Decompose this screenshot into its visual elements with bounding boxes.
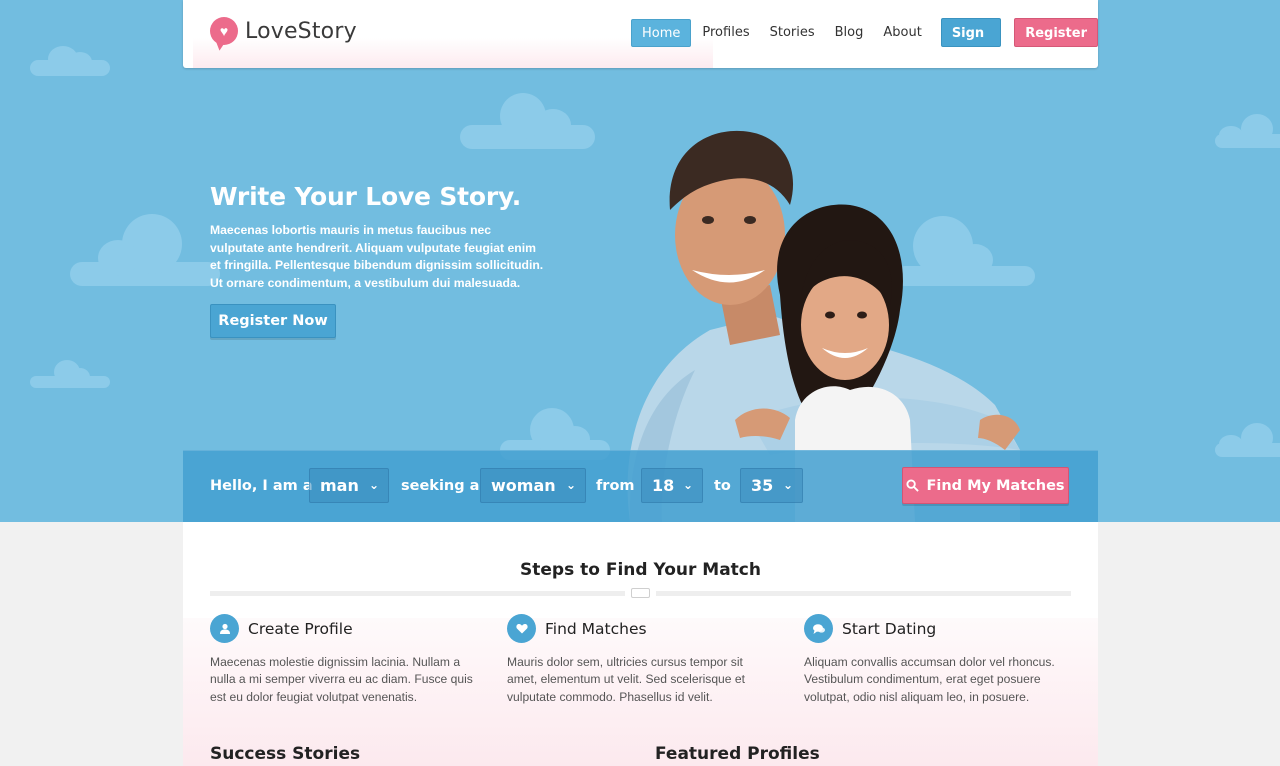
featured-profiles-title: Featured Profiles <box>655 744 820 764</box>
user-icon <box>210 614 239 643</box>
divider-ornament-icon <box>631 588 650 598</box>
find-matches-label: Find My Matches <box>926 477 1065 494</box>
steps-title: Steps to Find Your Match <box>520 560 761 580</box>
success-stories-title: Success Stories <box>210 744 361 764</box>
cloud-decoration <box>30 46 110 76</box>
age-from-select[interactable]: 18 ⌄ <box>641 468 703 503</box>
chevron-down-icon: ⌄ <box>368 478 379 492</box>
nav-profiles[interactable]: Profiles <box>692 19 759 47</box>
step-text: Maecenas molestie dignissim lacinia. Nul… <box>210 655 473 704</box>
hello-label: Hello, I am a <box>210 478 313 494</box>
step-text: Mauris dolor sem, ultricies cursus tempo… <box>507 655 745 704</box>
match-search-bar: Hello, I am a man ⌄ seeking a woman ⌄ fr… <box>183 450 1098 522</box>
heart-logo-icon: ♥ <box>210 17 238 45</box>
age-to-select[interactable]: 35 ⌄ <box>740 468 803 503</box>
step-start-dating: Start Dating Aliquam convallis accumsan … <box>804 614 1072 706</box>
cloud-decoration <box>1215 423 1280 457</box>
to-label: to <box>714 478 731 494</box>
hero-description: Maecenas lobortis mauris in metus faucib… <box>210 223 544 290</box>
from-label: from <box>596 478 635 494</box>
brand-logo[interactable]: ♥ LoveStory <box>210 17 357 45</box>
step-text: Aliquam convallis accumsan dolor vel rho… <box>804 655 1055 704</box>
seeking-label: seeking a <box>401 478 480 494</box>
chevron-down-icon: ⌄ <box>565 478 576 492</box>
cloud-decoration <box>30 360 110 388</box>
step-title: Create Profile <box>248 619 353 638</box>
hero-section: Write Your Love Story. Maecenas lobortis… <box>0 0 1280 522</box>
register-button[interactable]: Register <box>1014 18 1098 47</box>
sign-in-button[interactable]: Sign In <box>940 18 1002 70</box>
brand-name: LoveStory <box>245 18 357 44</box>
step-find-matches: Find Matches Mauris dolor sem, ultricies… <box>507 614 775 706</box>
search-icon <box>906 479 920 492</box>
main-content: Steps to Find Your Match Create Profile … <box>183 522 1098 766</box>
age-to-value: 35 <box>751 476 774 495</box>
seeking-select-value: woman <box>491 476 556 495</box>
chevron-down-icon: ⌄ <box>782 478 793 492</box>
main-nav: Home Profiles Stories Blog About Sign In… <box>631 18 1098 70</box>
divider <box>656 591 1071 596</box>
seeking-select[interactable]: woman ⌄ <box>480 468 586 503</box>
top-navbar: ♥ LoveStory Home Profiles Stories Blog A… <box>183 0 1098 70</box>
register-now-button[interactable]: Register Now <box>210 304 336 338</box>
nav-about[interactable]: About <box>873 19 931 47</box>
find-matches-button[interactable]: Find My Matches <box>902 467 1069 504</box>
heart-icon <box>507 614 536 643</box>
age-from-value: 18 <box>652 476 675 495</box>
nav-stories[interactable]: Stories <box>760 19 825 47</box>
cloud-decoration <box>70 214 220 286</box>
gender-select-value: man <box>320 476 359 495</box>
divider <box>210 591 625 596</box>
chevron-down-icon: ⌄ <box>682 478 693 492</box>
step-title: Start Dating <box>842 619 937 638</box>
cloud-decoration <box>1215 114 1280 148</box>
chat-icon <box>804 614 833 643</box>
gender-select[interactable]: man ⌄ <box>309 468 389 503</box>
nav-blog[interactable]: Blog <box>825 19 874 47</box>
nav-home[interactable]: Home <box>631 18 692 47</box>
step-create-profile: Create Profile Maecenas molestie digniss… <box>210 614 478 706</box>
cloud-decoration <box>460 93 595 149</box>
hero-title: Write Your Love Story. <box>210 182 522 211</box>
step-title: Find Matches <box>545 619 647 638</box>
